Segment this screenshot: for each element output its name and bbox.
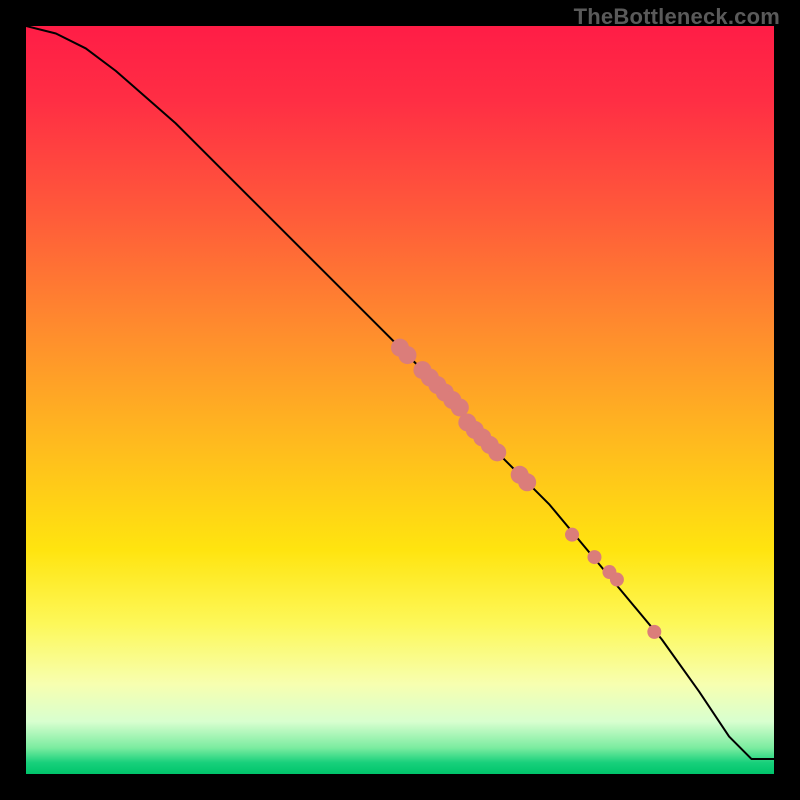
- chart-svg: [26, 26, 774, 774]
- curve-markers: [391, 339, 661, 639]
- curve-marker: [398, 346, 416, 364]
- plot-area: [26, 26, 774, 774]
- curve-marker: [518, 473, 536, 491]
- curve-line: [26, 26, 774, 759]
- curve-marker: [488, 443, 506, 461]
- curve-marker: [610, 573, 624, 587]
- curve-marker: [587, 550, 601, 564]
- chart-stage: TheBottleneck.com: [0, 0, 800, 800]
- curve-marker: [565, 528, 579, 542]
- curve-marker: [647, 625, 661, 639]
